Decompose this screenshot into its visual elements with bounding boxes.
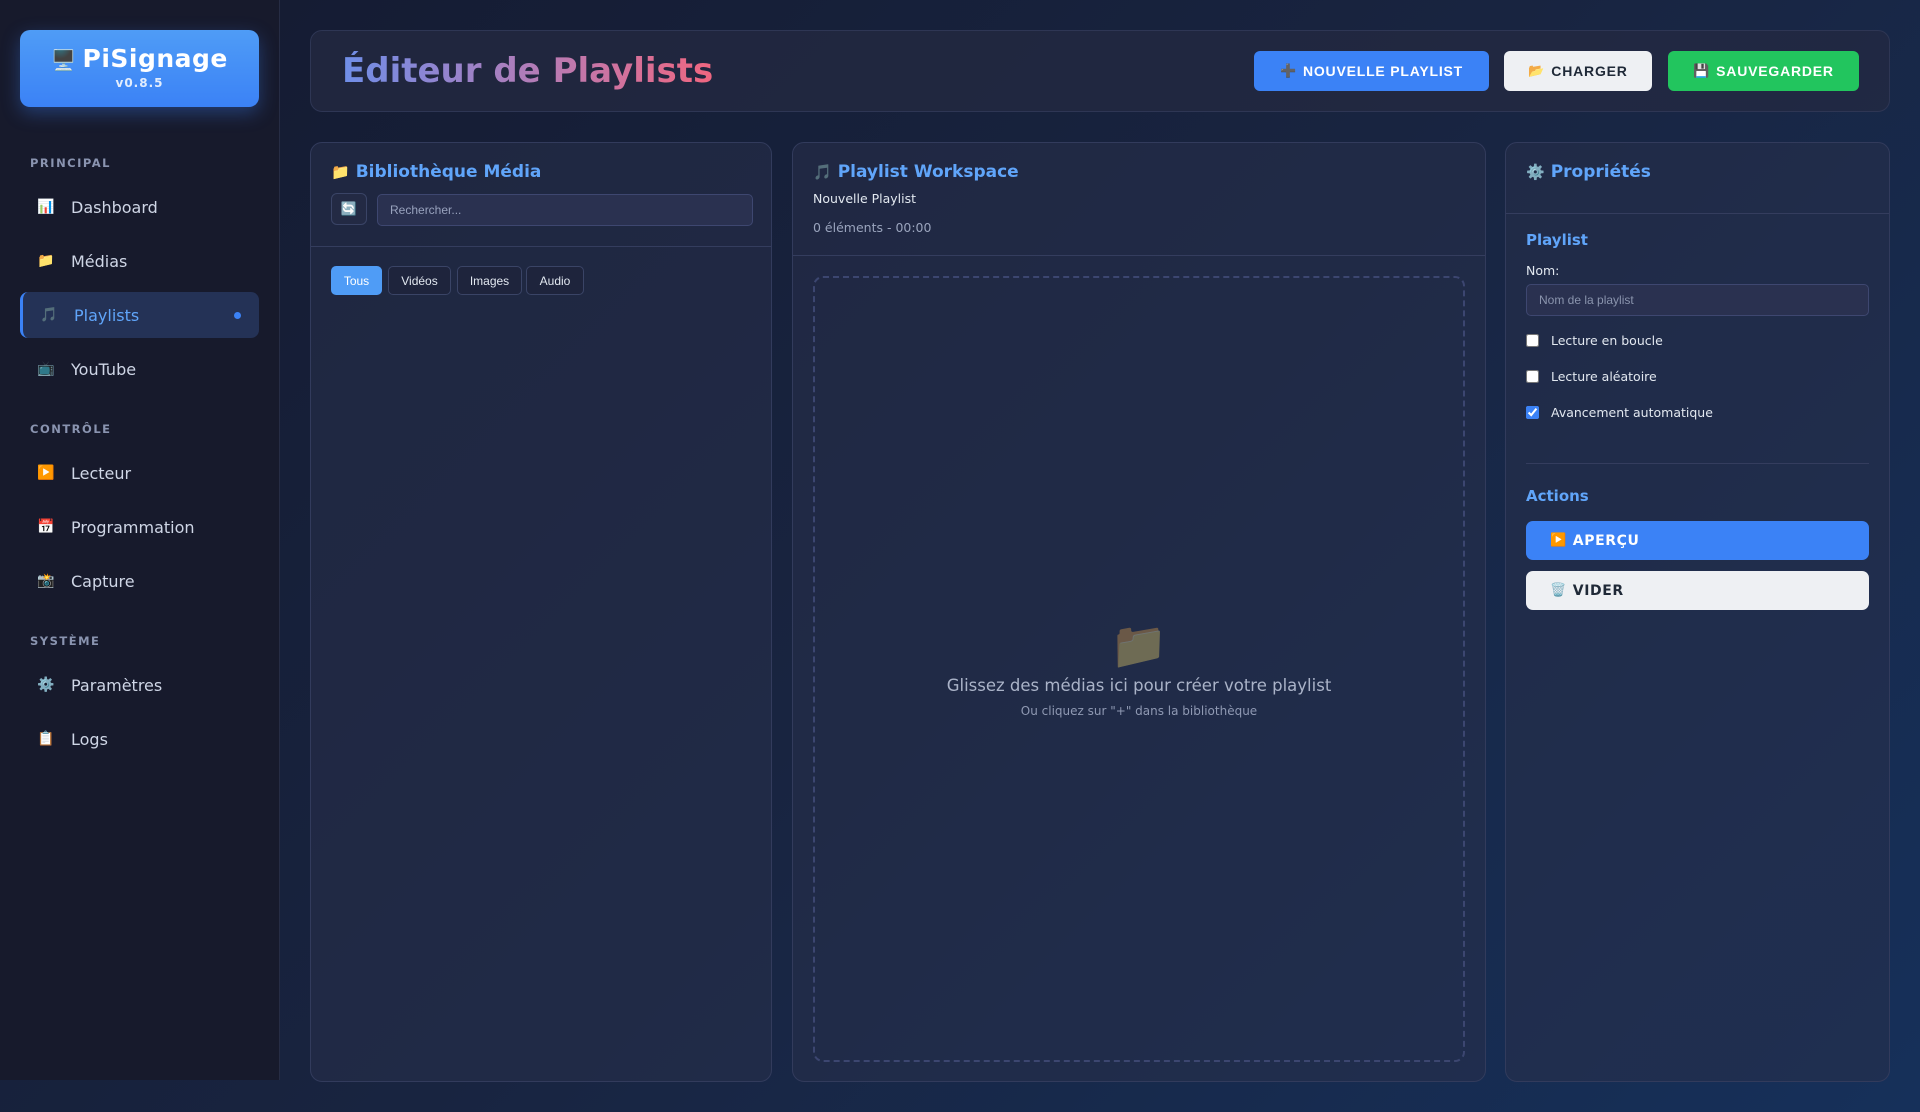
sidebar-item-label: Paramètres [71,675,163,695]
page-title: Éditeur de Playlists [342,51,714,91]
folder-icon: 📁 [1110,618,1168,672]
shuffle-option[interactable]: Lecture aléatoire [1526,369,1657,384]
playlist-section-title: Playlist [1526,231,1588,249]
search-input[interactable] [377,194,753,226]
app-name: PiSignage [82,44,228,73]
save-button[interactable]: 💾 SAUVEGARDER [1668,51,1859,91]
auto-advance-option[interactable]: Avancement automatique [1526,405,1713,420]
playlist-workspace-panel: 🎵 Playlist Workspace Nouvelle Playlist 0 … [792,142,1486,1082]
floppy-disk-icon: 💾 [1693,63,1711,78]
drop-zone-text: Glissez des médias ici pour créer votre … [946,676,1332,695]
open-folder-icon: 📂 [1528,63,1546,78]
app-version: v0.8.5 [115,76,164,90]
playlist-summary: 0 éléments - 00:00 [813,220,932,235]
monitor-icon: 🖥️ [51,48,77,72]
play-icon: ▶️ [1550,533,1567,548]
properties-panel: ⚙️Propriétés Playlist Nom: Lecture en bo… [1505,142,1890,1082]
auto-advance-checkbox[interactable] [1526,406,1539,419]
sidebar-item-dashboard[interactable]: 📊 Dashboard [20,184,259,230]
calendar-icon: 📅 [37,519,55,535]
refresh-icon: 🔄 [340,201,358,217]
sidebar-item-medias[interactable]: 📁 Médias [20,238,259,284]
clear-button[interactable]: 🗑️ VIDER [1526,571,1869,610]
sidebar-item-lecteur[interactable]: ▶️ Lecteur [20,450,259,496]
new-playlist-button[interactable]: ➕ NOUVELLE PLAYLIST [1254,51,1489,91]
divider [311,246,771,247]
media-library-title: 📁 Bibliothèque Média [331,162,542,182]
actions-section-title: Actions [1526,487,1589,505]
divider [793,255,1485,256]
shuffle-checkbox[interactable] [1526,370,1539,383]
divider [1526,463,1869,464]
gear-icon: ⚙️ [37,677,55,693]
section-label-systeme: SYSTÈME [30,634,101,648]
sidebar-item-playlists[interactable]: 🎵 Playlists [20,292,259,338]
folder-icon: 📁 [331,163,350,181]
sidebar-item-label: YouTube [71,359,137,379]
sidebar-item-label: Capture [71,571,135,591]
properties-title: ⚙️ Propriétés [1526,162,1651,182]
sidebar-item-label: Médias [71,251,128,271]
refresh-button[interactable]: 🔄 [331,193,367,225]
filter-all-button[interactable]: Tous [331,266,382,295]
chart-icon: 📊 [37,199,55,215]
drop-zone[interactable]: 📁 Glissez des médias ici pour créer votr… [813,276,1465,1062]
loop-checkbox[interactable] [1526,334,1539,347]
music-icon: 🎵 [40,307,58,323]
workspace-title: 🎵 Playlist Workspace [813,162,1019,182]
sidebar-item-logs[interactable]: 📋 Logs [20,716,259,762]
active-indicator-dot [234,311,241,319]
playlist-name: Nouvelle Playlist [813,191,917,206]
plus-icon: ➕ [1279,63,1297,78]
sidebar-item-label: Dashboard [71,197,158,217]
sidebar-item-capture[interactable]: 📸 Capture [20,558,259,604]
preview-button[interactable]: ▶️ APERÇU [1526,521,1869,560]
load-button[interactable]: 📂 CHARGER [1504,51,1652,91]
gear-icon: ⚙️ [1526,163,1545,181]
filter-images-button[interactable]: Images [457,266,522,295]
play-icon: ▶️ [37,465,55,481]
playlist-name-input[interactable] [1526,284,1869,316]
sidebar-item-label: Playlists [74,305,140,325]
section-label-principal: PRINCIPAL [30,156,112,170]
sidebar-item-parametres[interactable]: ⚙️ Paramètres [20,662,259,708]
media-library-panel: 📁Bibliothèque Média 🔄 Tous Vidéos Images… [310,142,772,1082]
section-label-controle: CONTRÔLE [30,422,112,436]
folder-icon: 📁 [37,253,55,269]
sidebar-item-label: Programmation [71,517,195,537]
app-logo[interactable]: 🖥️ PiSignage v0.8.5 [20,30,259,107]
divider [1506,213,1889,214]
camera-icon: 📸 [37,573,55,589]
clipboard-icon: 📋 [37,731,55,747]
sidebar-item-label: Lecteur [71,463,132,483]
sidebar-item-programmation[interactable]: 📅 Programmation [20,504,259,550]
tv-icon: 📺 [37,361,55,377]
music-icon: 🎵 [813,163,832,181]
trash-icon: 🗑️ [1550,583,1567,598]
loop-option[interactable]: Lecture en boucle [1526,333,1663,348]
filter-videos-button[interactable]: Vidéos [388,266,451,295]
filter-audio-button[interactable]: Audio [526,266,584,295]
sidebar: 🖥️ PiSignage v0.8.5 PRINCIPAL 📊 Dashboard… [0,0,280,1080]
page-header: Éditeur de Playlists ➕ NOUVELLE PLAYLIST… [310,30,1890,112]
name-label: Nom: [1526,263,1560,278]
sidebar-item-youtube[interactable]: 📺 YouTube [20,346,259,392]
sidebar-item-label: Logs [71,729,108,749]
drop-zone-subtext: Ou cliquez sur "+" dans la bibliothèque [1020,704,1258,718]
